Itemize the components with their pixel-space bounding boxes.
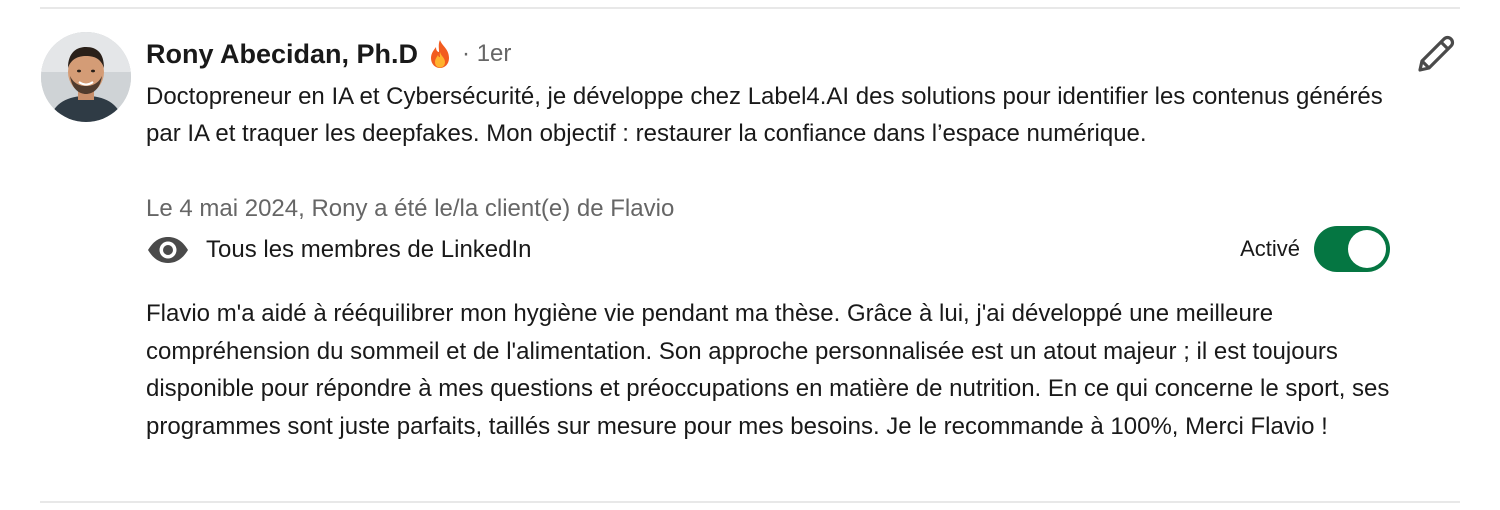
visibility-row: Tous les membres de LinkedIn	[146, 230, 532, 270]
avatar-photo	[41, 32, 131, 122]
visibility-label: Tous les membres de LinkedIn	[206, 236, 532, 263]
connection-degree: · 1er	[462, 40, 512, 67]
edit-button[interactable]	[1414, 32, 1458, 76]
pencil-icon	[1414, 35, 1458, 80]
bottom-divider	[40, 501, 1460, 503]
visibility-toggle-group: Activé	[1240, 226, 1390, 272]
toggle-knob	[1348, 230, 1386, 268]
visibility-toggle[interactable]	[1314, 226, 1390, 272]
author-header: Rony Abecidan, Ph.D · 1er	[146, 34, 511, 74]
author-name[interactable]: Rony Abecidan, Ph.D	[146, 39, 418, 70]
recommendation-text: Flavio m'a aidé à rééquilibrer mon hygiè…	[146, 300, 1390, 440]
relationship-text: Le 4 mai 2024, Rony a été le/la client(e…	[146, 195, 675, 222]
top-divider	[40, 7, 1460, 9]
toggle-label: Activé	[1240, 236, 1300, 261]
avatar[interactable]	[41, 32, 131, 122]
author-headline: Doctopreneur en IA et Cybersécurité, je …	[146, 83, 1383, 147]
fire-emoji-icon	[426, 39, 454, 69]
eye-icon	[146, 236, 190, 264]
